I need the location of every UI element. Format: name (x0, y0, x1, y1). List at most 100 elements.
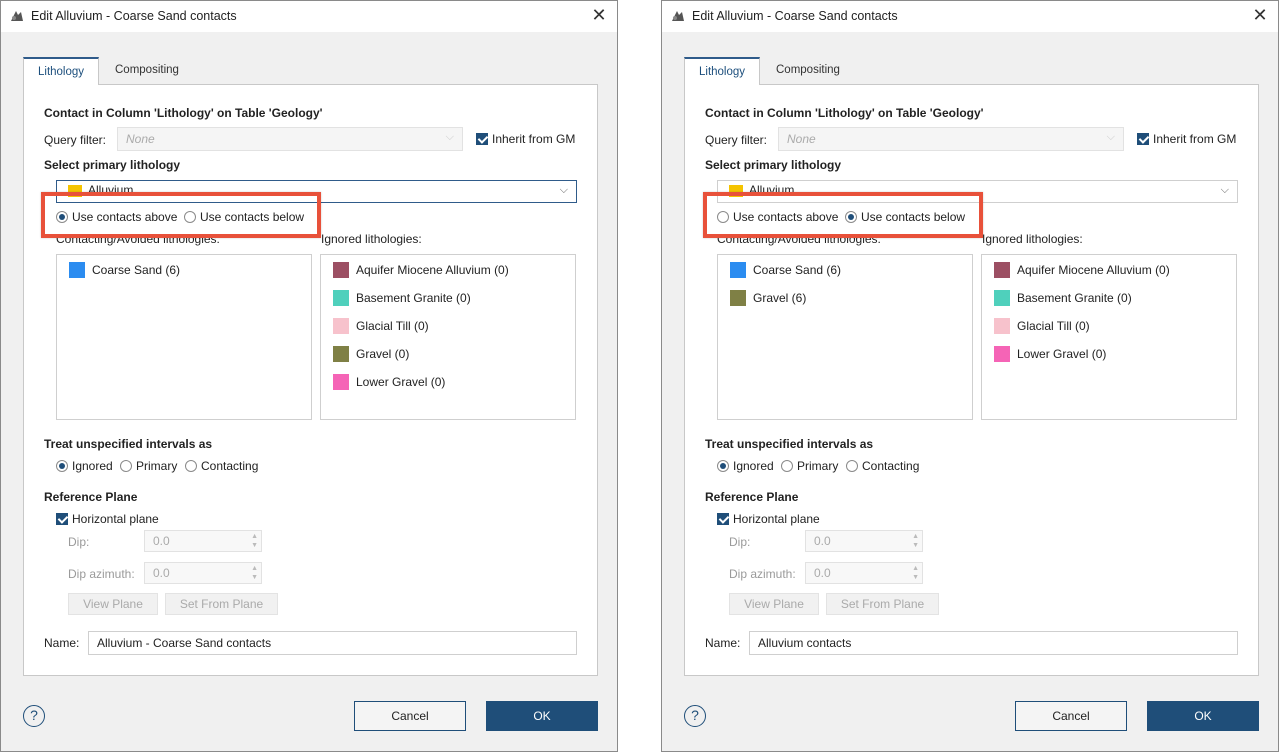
title-bar: Edit Alluvium - Coarse Sand contacts ✕ (662, 1, 1278, 32)
select-primary-label: Select primary lithology (705, 158, 842, 172)
dip-azimuth-label: Dip azimuth: (68, 567, 135, 581)
name-label: Name: (44, 636, 80, 650)
dip-azimuth-spinner: 0.0 ▲ ▼ (805, 562, 923, 584)
ignored-list[interactable]: Aquifer Miocene Alluvium (0) Basement Gr… (981, 254, 1237, 420)
color-swatch (333, 262, 349, 278)
list-item-label: Gravel (0) (356, 347, 410, 361)
contacting-list[interactable]: Coarse Sand (6) Gravel (6) (717, 254, 973, 420)
color-swatch (994, 262, 1010, 278)
dip-label: Dip: (729, 535, 751, 549)
help-icon[interactable]: ? (23, 705, 45, 727)
color-swatch (994, 290, 1010, 306)
treat-ignored-label: Ignored (733, 459, 774, 473)
query-filter-select: None ⌵ (117, 127, 463, 151)
lithology-panel: Contact in Column 'Lithology' on Table '… (23, 84, 598, 676)
name-input[interactable]: Alluvium - Coarse Sand contacts (88, 631, 577, 655)
color-swatch (69, 262, 85, 278)
treat-ignored-radio[interactable] (717, 460, 729, 472)
chevron-down-icon: ⌵ (1106, 131, 1115, 143)
horizontal-plane-label: Horizontal plane (733, 512, 820, 526)
ok-button[interactable]: OK (1147, 701, 1259, 731)
list-item-label: Coarse Sand (6) (753, 263, 842, 277)
cancel-button[interactable]: Cancel (1015, 701, 1127, 731)
ok-button[interactable]: OK (486, 701, 598, 731)
color-swatch (333, 318, 349, 334)
set-from-plane-button: Set From Plane (165, 593, 278, 615)
tab-lithology[interactable]: Lithology (23, 57, 100, 85)
treat-contacting-label: Contacting (201, 459, 259, 473)
chevron-down-icon: ⌵ (445, 131, 454, 143)
list-item-label: Basement Granite (0) (1017, 291, 1132, 305)
dip-spinner: 0.0 ▲ ▼ (805, 530, 923, 552)
name-value: Alluvium contacts (758, 636, 852, 650)
view-plane-button: View Plane (729, 593, 819, 615)
tab-compositing[interactable]: Compositing (762, 57, 854, 85)
contacting-list[interactable]: Coarse Sand (6) (56, 254, 312, 420)
highlight-box (703, 192, 983, 238)
name-value: Alluvium - Coarse Sand contacts (97, 636, 272, 650)
ignored-label: Ignored lithologies: (982, 232, 1083, 246)
reference-plane-label: Reference Plane (705, 490, 799, 504)
horizontal-plane-checkbox[interactable] (56, 513, 68, 525)
dip-spinner: 0.0 ▲ ▼ (144, 530, 262, 552)
inherit-from-gm-label: Inherit from GM (492, 132, 576, 146)
query-filter-value: None (787, 132, 816, 146)
spinner-arrows-icon: ▲ ▼ (251, 533, 258, 549)
color-swatch (333, 346, 349, 362)
ignored-list[interactable]: Aquifer Miocene Alluvium (0) Basement Gr… (320, 254, 576, 420)
tab-lithology[interactable]: Lithology (684, 57, 761, 85)
list-item-label: Aquifer Miocene Alluvium (0) (356, 263, 509, 277)
query-filter-label: Query filter: (44, 133, 107, 147)
treat-unspecified-label: Treat unspecified intervals as (44, 437, 213, 451)
select-primary-label: Select primary lithology (44, 158, 181, 172)
reference-plane-label: Reference Plane (44, 490, 138, 504)
dip-value: 0.0 (153, 534, 170, 548)
edit-contacts-dialog-left: Edit Alluvium - Coarse Sand contacts ✕ L… (0, 0, 618, 752)
lithology-panel: Contact in Column 'Lithology' on Table '… (684, 84, 1259, 676)
dialog-title: Edit Alluvium - Coarse Sand contacts (31, 9, 237, 23)
treat-unspecified-label: Treat unspecified intervals as (705, 437, 874, 451)
treat-primary-label: Primary (797, 459, 839, 473)
chevron-down-icon: ⌵ (559, 184, 568, 196)
set-from-plane-button: Set From Plane (826, 593, 939, 615)
name-input[interactable]: Alluvium contacts (749, 631, 1238, 655)
color-swatch (994, 346, 1010, 362)
cancel-button[interactable]: Cancel (354, 701, 466, 731)
dip-label: Dip: (68, 535, 90, 549)
dip-azimuth-value: 0.0 (153, 566, 170, 580)
help-icon[interactable]: ? (684, 705, 706, 727)
dip-azimuth-spinner: 0.0 ▲ ▼ (144, 562, 262, 584)
treat-primary-radio[interactable] (781, 460, 793, 472)
inherit-from-gm-checkbox[interactable] (476, 133, 488, 145)
spinner-arrows-icon: ▲ ▼ (912, 533, 919, 549)
tab-compositing[interactable]: Compositing (101, 57, 193, 85)
treat-contacting-label: Contacting (862, 459, 920, 473)
close-icon[interactable]: ✕ (1250, 5, 1270, 25)
query-filter-value: None (126, 132, 155, 146)
dialog-title: Edit Alluvium - Coarse Sand contacts (692, 9, 898, 23)
color-swatch (994, 318, 1010, 334)
list-item-label: Glacial Till (0) (356, 319, 429, 333)
treat-contacting-radio[interactable] (846, 460, 858, 472)
list-item-label: Glacial Till (0) (1017, 319, 1090, 333)
list-item-label: Lower Gravel (0) (1017, 347, 1107, 361)
chevron-down-icon: ⌵ (1220, 184, 1229, 196)
app-icon (672, 11, 684, 21)
list-item-label: Coarse Sand (6) (92, 263, 181, 277)
edit-contacts-dialog-right: Edit Alluvium - Coarse Sand contacts ✕ L… (661, 0, 1279, 752)
treat-primary-radio[interactable] (120, 460, 132, 472)
inherit-from-gm-checkbox[interactable] (1137, 133, 1149, 145)
horizontal-plane-checkbox[interactable] (717, 513, 729, 525)
inherit-from-gm-label: Inherit from GM (1153, 132, 1237, 146)
treat-contacting-radio[interactable] (185, 460, 197, 472)
color-swatch (730, 262, 746, 278)
query-filter-select: None ⌵ (778, 127, 1124, 151)
treat-ignored-radio[interactable] (56, 460, 68, 472)
close-icon[interactable]: ✕ (589, 5, 609, 25)
treat-ignored-label: Ignored (72, 459, 113, 473)
spinner-arrows-icon: ▲ ▼ (251, 565, 258, 581)
name-label: Name: (705, 636, 741, 650)
view-plane-button: View Plane (68, 593, 158, 615)
color-swatch (333, 374, 349, 390)
section-title: Contact in Column 'Lithology' on Table '… (705, 106, 984, 120)
